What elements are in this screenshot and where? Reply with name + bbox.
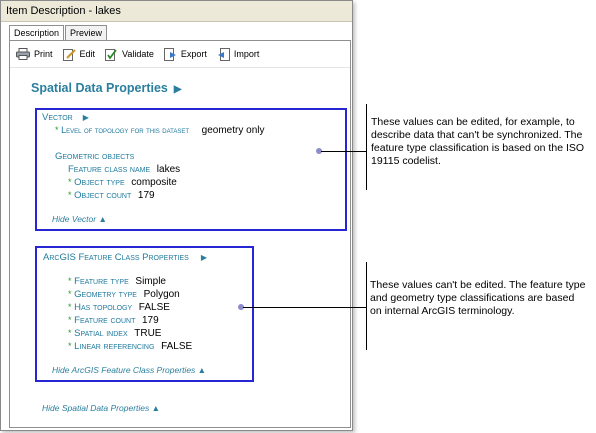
toolbar: Print Edit Validate Export Import [10,41,350,68]
import-label: Import [233,49,260,59]
window-title: Item Description - lakes [6,5,121,17]
callout-connector [243,307,366,308]
print-label: Print [34,49,53,59]
edit-label: Edit [79,49,96,59]
export-button[interactable]: Export [163,47,207,61]
tab-preview[interactable]: Preview [65,25,108,41]
asterisk-icon: * [68,302,72,312]
feature-class-row: Feature class name lakes [68,164,181,175]
editable-callout: These values can be edited, for example,… [371,116,585,167]
arcgis-section [35,246,254,382]
asterisk-icon: * [68,341,72,351]
readonly-callout: These values can't be edited. The featur… [370,279,586,317]
arcgis-title[interactable]: ArcGIS Feature Class Properties ▶ [43,252,207,263]
asterisk-icon: * [68,328,72,338]
asterisk-icon: * [68,315,72,325]
print-button[interactable]: Print [16,48,53,60]
asterisk-icon: * [55,125,59,135]
hide-vector-link[interactable]: Hide Vector ▲ [52,214,107,224]
import-button[interactable]: Import [217,47,260,61]
geometric-objects-label: Geometric objects [55,151,135,162]
edit-icon [62,48,76,61]
tab-description[interactable]: Description [9,25,65,41]
prop-row: * Feature type Simple [68,276,166,287]
prop-row: * Has topology FALSE [68,302,170,313]
edit-button[interactable]: Edit [62,48,96,61]
prop-row: * Geometry type Polygon [68,289,180,300]
prop-row: * Spatial index TRUE [68,328,162,339]
asterisk-icon: * [68,190,72,200]
vector-arrow-icon: ▶ [82,113,89,122]
validate-label: Validate [122,49,154,59]
hide-arcgis-link[interactable]: Hide ArcGIS Feature Class Properties ▲ [52,365,206,375]
export-icon [163,47,176,61]
import-icon [217,47,230,61]
expand-arrow-icon: ▶ [173,84,182,95]
heading-text: Spatial Data Properties [31,81,168,95]
arcgis-arrow-icon: ▶ [200,253,207,262]
validate-button[interactable]: Validate [105,48,154,61]
prop-row: * Linear referencing FALSE [68,341,193,352]
tab-strip: Description Preview [9,25,108,41]
object-count-row: * Object count 179 [68,190,155,201]
print-icon [16,48,30,60]
topology-row: * Level of topology for this dataset geo… [55,125,265,136]
validate-icon [105,48,117,61]
spatial-data-heading[interactable]: Spatial Data Properties ▶ [31,81,182,95]
callout-bracket [366,262,367,350]
hide-spatial-link[interactable]: Hide Spatial Data Properties ▲ [42,403,160,413]
prop-row: * Feature count 179 [68,315,159,326]
callout-bracket [366,104,367,190]
asterisk-icon: * [68,276,72,286]
export-label: Export [180,49,207,59]
asterisk-icon: * [68,177,72,187]
vector-title[interactable]: Vector ▶ [42,112,89,123]
callout-connector [321,151,366,152]
window-titlebar: Item Description - lakes [1,1,352,22]
object-type-row: * Object type composite [68,177,177,188]
asterisk-icon: * [68,289,72,299]
